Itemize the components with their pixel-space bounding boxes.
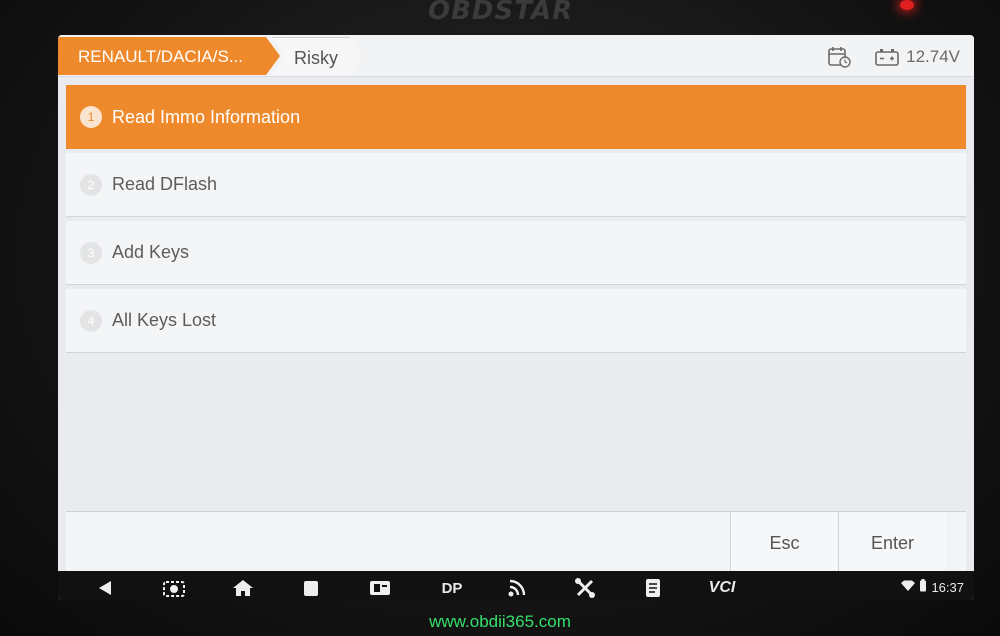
wifi-icon	[901, 580, 916, 595]
calendar-clock-icon[interactable]	[826, 45, 852, 69]
watermark-url: www.obdii365.com	[429, 612, 571, 631]
notes-icon[interactable]	[640, 576, 666, 600]
menu-item-add-keys[interactable]: 3 Add Keys	[66, 221, 966, 285]
battery-voltage: 12.74V	[906, 47, 960, 66]
menu-item-label: Read DFlash	[112, 174, 218, 194]
home-icon[interactable]	[230, 576, 256, 600]
menu-item-number: 3	[80, 241, 102, 264]
enter-button[interactable]: Enter	[838, 512, 946, 574]
android-nav-bar: DP VCI 16:37	[58, 571, 974, 600]
vci-card-icon[interactable]	[367, 576, 393, 600]
device-brand-logo: OBDSTAR	[428, 0, 574, 26]
menu-item-label: Read Immo Information	[112, 106, 301, 127]
action-footer: Esc Enter	[66, 511, 966, 574]
function-menu-list: 1 Read Immo Information 2 Read DFlash 3 …	[66, 85, 966, 357]
tab-risky[interactable]: Risky	[272, 37, 362, 75]
battery-icon	[874, 45, 900, 69]
menu-item-number: 2	[80, 173, 102, 196]
breadcrumb-tabbar: RENAULT/DACIA/S... Risky 12.74V	[58, 35, 974, 77]
vci-icon[interactable]: VCI	[702, 576, 742, 600]
recent-apps-icon[interactable]	[298, 576, 324, 600]
menu-item-number: 4	[80, 309, 102, 332]
dp-icon[interactable]: DP	[434, 576, 470, 600]
tab-vehicle-brand[interactable]: RENAULT/DACIA/S...	[58, 37, 280, 75]
menu-item-read-dflash[interactable]: 2 Read DFlash	[66, 153, 966, 217]
back-icon[interactable]	[92, 576, 118, 600]
menu-item-label: Add Keys	[112, 242, 190, 262]
clock-time: 16:37	[931, 579, 964, 595]
device-screen: RENAULT/DACIA/S... Risky 12.74V 1 Read I…	[58, 35, 974, 600]
menu-item-label: All Keys Lost	[112, 310, 217, 330]
menu-item-number: 1	[80, 106, 102, 128]
signal-icon[interactable]	[504, 576, 530, 600]
tools-icon[interactable]	[572, 576, 598, 600]
menu-item-all-keys-lost[interactable]: 4 All Keys Lost	[66, 289, 966, 353]
menu-item-read-immo-information[interactable]: 1 Read Immo Information	[66, 85, 966, 149]
power-led	[900, 0, 914, 10]
status-area: 12.74V	[826, 45, 960, 69]
esc-button[interactable]: Esc	[730, 512, 838, 574]
battery-status-icon	[919, 579, 927, 595]
system-status: 16:37	[901, 579, 964, 595]
screenshot-icon[interactable]	[161, 576, 187, 600]
